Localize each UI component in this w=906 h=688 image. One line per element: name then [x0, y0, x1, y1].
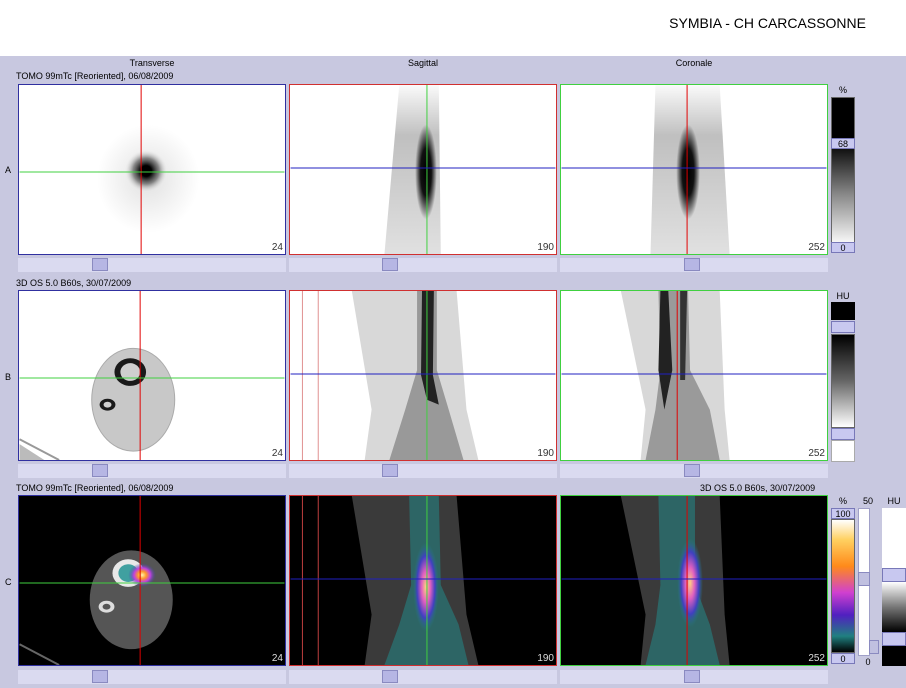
- row-a-series-label: TOMO 99mTc [Reoriented], 06/08/2009: [16, 71, 174, 81]
- row-c-series-label-ct: 3D OS 5.0 B60s, 30/07/2009: [700, 483, 816, 493]
- panel-b-transverse[interactable]: 24: [18, 290, 286, 461]
- slice-slider-c-transverse[interactable]: [18, 670, 286, 684]
- scale-c-unit2: HU: [887, 496, 901, 506]
- scale-a-unit: %: [838, 85, 847, 95]
- slider-handle[interactable]: [869, 640, 879, 654]
- slice-number: 252: [808, 242, 825, 253]
- panel-a-sagittal[interactable]: 190: [289, 84, 557, 255]
- colorbar-c-ct-bottom: [882, 646, 906, 666]
- row-b-series-label: 3D OS 5.0 B60s, 30/07/2009: [16, 278, 132, 288]
- slice-slider-a-transverse[interactable]: [18, 258, 286, 272]
- slice-slider-c-sagittal[interactable]: [289, 670, 557, 684]
- slider-handle[interactable]: [382, 464, 398, 477]
- colorbar-b-bottom: [831, 440, 855, 462]
- panel-b-coronale[interactable]: 252: [560, 290, 828, 461]
- scale-b-lower-handle[interactable]: [831, 428, 855, 440]
- slider-handle[interactable]: [684, 258, 700, 271]
- slider-handle[interactable]: [382, 670, 398, 683]
- colorbar-b-top: [831, 302, 855, 320]
- slice-number: 24: [271, 242, 283, 253]
- slider-handle[interactable]: [92, 464, 108, 477]
- scale-b-upper-handle[interactable]: [831, 321, 855, 333]
- slice-number: 190: [537, 653, 554, 664]
- panel-a-coronale[interactable]: 252: [560, 84, 828, 255]
- site-title: SYMBIA - CH CARCASSONNE: [669, 15, 866, 31]
- column-header-transverse: Transverse: [129, 58, 175, 68]
- panel-c-coronale[interactable]: 252: [560, 495, 828, 666]
- panel-a-transverse[interactable]: 24: [18, 84, 286, 255]
- scale-c-max[interactable]: 100: [831, 508, 855, 519]
- scale-b-unit: HU: [836, 291, 850, 301]
- row-label-c: C: [5, 577, 12, 587]
- slider-handle[interactable]: [92, 258, 108, 271]
- slider-handle[interactable]: [684, 464, 700, 477]
- scale-c-min[interactable]: 0: [831, 653, 855, 664]
- slider-handle[interactable]: [684, 670, 700, 683]
- slider-handle[interactable]: [858, 572, 870, 586]
- panel-b-sagittal[interactable]: 190: [289, 290, 557, 461]
- scale-c-value2: 50: [862, 496, 873, 506]
- top-header: SYMBIA - CH CARCASSONNE: [0, 0, 906, 56]
- row-label-a: A: [5, 165, 12, 175]
- row-c-series-label: TOMO 99mTc [Reoriented], 06/08/2009: [16, 483, 174, 493]
- scale-c-ct-upper-handle[interactable]: [882, 568, 906, 582]
- slider-handle[interactable]: [382, 258, 398, 271]
- panel-c-sagittal[interactable]: 190: [289, 495, 557, 666]
- panel-c-transverse[interactable]: 24: [18, 495, 286, 666]
- slice-number: 190: [537, 242, 554, 253]
- column-header-coronale: Coronale: [675, 58, 713, 68]
- colorbar-a: [831, 97, 855, 247]
- scale-c-min2: 0: [865, 657, 871, 667]
- colorbar-c-ct-top: [882, 508, 906, 568]
- colorbar-c-pet: [831, 519, 855, 653]
- colorbar-b: [831, 334, 855, 428]
- row-label-b: B: [5, 372, 12, 382]
- scale-c-ct-lower-handle[interactable]: [882, 632, 906, 646]
- scale-c-unit: %: [838, 496, 847, 506]
- colorbar-c-ct: [882, 582, 906, 632]
- slice-number: 252: [808, 653, 825, 664]
- slice-slider-b-transverse[interactable]: [18, 464, 286, 478]
- slice-number: 24: [271, 653, 283, 664]
- slice-slider-b-sagittal[interactable]: [289, 464, 557, 478]
- scale-a-value[interactable]: 68: [831, 138, 855, 149]
- slider-handle[interactable]: [92, 670, 108, 683]
- slice-number: 190: [537, 448, 554, 459]
- slice-number: 24: [271, 448, 283, 459]
- scale-a-min[interactable]: 0: [831, 242, 855, 253]
- column-header-sagittal: Sagittal: [407, 58, 439, 68]
- slice-number: 252: [808, 448, 825, 459]
- slice-slider-a-sagittal[interactable]: [289, 258, 557, 272]
